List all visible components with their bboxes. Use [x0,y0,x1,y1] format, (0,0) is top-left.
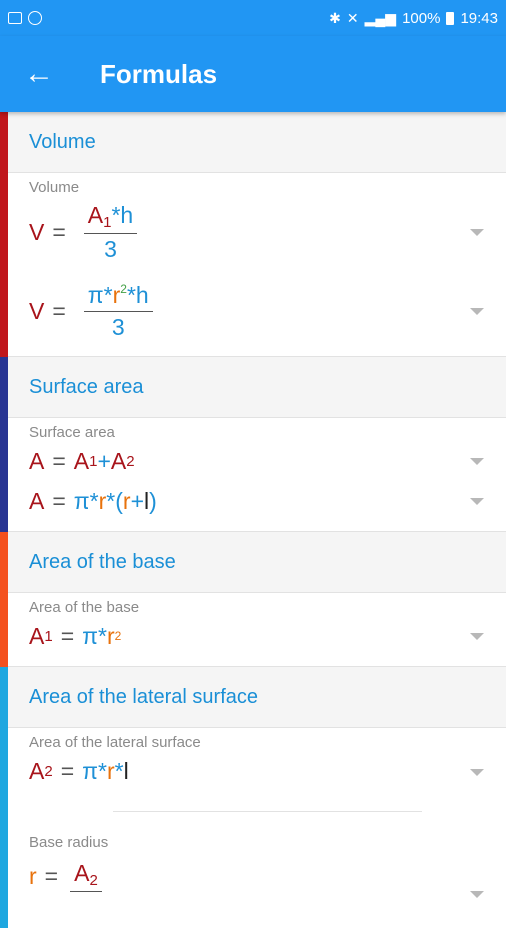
section-header-surface-area[interactable]: Surface area [8,357,506,418]
section-color-bar [0,532,8,667]
formula-surface-1[interactable]: A = A1 + A2 [29,441,506,481]
section-surface-area: Surface area Surface area A = A1 + A2 A … [0,357,506,532]
status-left [8,11,42,25]
mute-icon: ✕ [346,9,359,26]
section-lateral-surface: Area of the lateral surface Area of the … [0,667,506,928]
viber-icon [28,11,42,25]
formula-label: Area of the base [29,599,140,616]
formula-label: Surface area [29,424,115,441]
formula-surface-2[interactable]: A = π * r *(r + l) [29,481,506,521]
page-title: Formulas [100,58,218,89]
formula-lateral-1[interactable]: A2 = π * r * l [29,751,506,791]
expand-arrow-icon[interactable] [470,228,484,236]
fraction: π*r2*h 3 [83,282,153,341]
section-body-volume: Volume V = A1*h 3 V = π*r2*h 3 [8,173,506,357]
formula-label: Area of the lateral surface [29,734,201,751]
expand-arrow-icon[interactable] [470,457,484,465]
section-body-lateral-surface: Area of the lateral surface A2 = π * r * l B… [8,728,506,928]
formula-volume-1[interactable]: V = A1*h 3 [29,196,506,268]
bluetooth-icon: ✱ [329,9,341,26]
formula-base-1[interactable]: A1 = π * r 2 [29,616,506,656]
app-bar: ← Formulas [0,36,506,112]
signal-icon: ▂▄▆ [364,9,397,26]
section-header-lateral-surface[interactable]: Area of the lateral surface [8,667,506,728]
formula-label: Base radius [29,834,109,851]
section-header-area-of-base[interactable]: Area of the base [8,532,506,593]
expand-arrow-icon[interactable] [470,632,484,640]
section-color-bar [0,357,8,532]
gallery-icon [8,12,22,24]
section-body-area-of-base: Area of the base A1 = π * r 2 [8,593,506,667]
battery-icon [446,11,455,25]
formula-list: Volume Volume V = A1*h 3 V = π*r2*h 3 Su… [0,112,506,928]
status-bar: ✱ ✕ ▂▄▆ 100% 19:43 [0,0,506,36]
expand-arrow-icon[interactable] [470,769,484,776]
section-color-bar [0,112,8,357]
status-right: ✱ ✕ ▂▄▆ 100% 19:43 [329,10,498,27]
clock: 19:43 [460,9,498,27]
section-body-surface-area: Surface area A = A1 + A2 A = π * r *(r + l) [8,418,506,532]
formula-volume-2[interactable]: V = π*r2*h 3 [29,268,506,354]
section-volume: Volume Volume V = A1*h 3 V = π*r2*h 3 [0,112,506,357]
expand-arrow-icon[interactable] [470,307,484,315]
fraction: A2 [70,860,102,892]
expand-arrow-icon[interactable] [470,497,484,505]
section-area-of-base: Area of the base Area of the base A1 = π… [0,532,506,667]
back-arrow-icon[interactable]: ← [24,59,54,89]
formula-label: Volume [29,179,80,196]
formula-radius-1[interactable]: r = A2 [29,851,506,901]
fraction: A1*h 3 [83,202,138,263]
section-color-bar [0,667,8,928]
battery-percent: 100% [402,9,441,27]
expand-arrow-icon[interactable] [470,891,484,898]
section-header-volume[interactable]: Volume [8,112,506,173]
